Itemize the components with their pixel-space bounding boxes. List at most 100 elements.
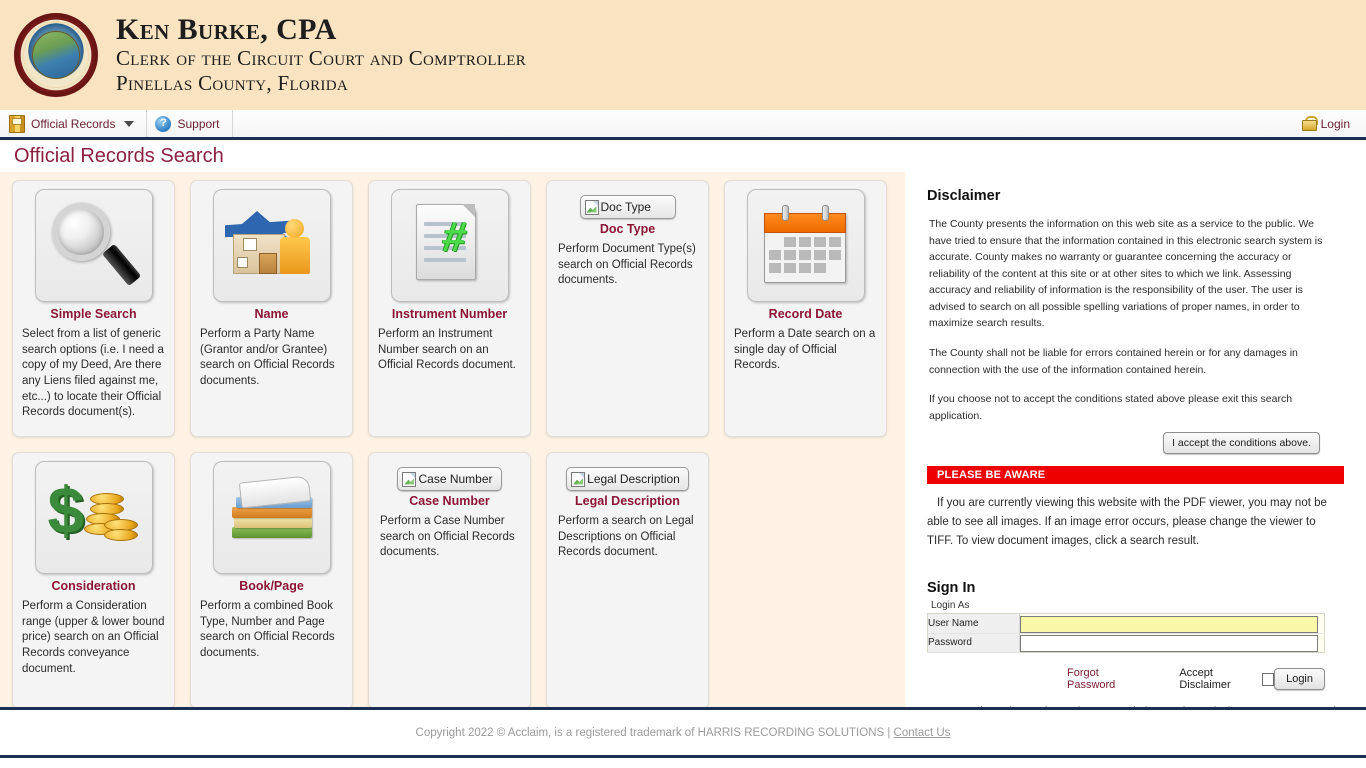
- card-description: Perform a Case Number search on Official…: [380, 515, 515, 559]
- username-row: User Name: [927, 613, 1325, 634]
- document-with-hash-icon: #: [408, 200, 492, 292]
- calendar-icon: [760, 203, 852, 289]
- clerk-role: Clerk of the Circuit Court and Comptroll…: [116, 46, 527, 70]
- card-title: Legal Description: [575, 494, 680, 508]
- password-label: Password: [927, 633, 1020, 654]
- card-description: Perform a Date search on a single day of…: [734, 328, 876, 372]
- disclaimer-heading: Disclaimer: [927, 188, 1001, 204]
- card-title: Case Number: [409, 494, 490, 508]
- broken-image-alt-text: Case Number: [418, 472, 493, 486]
- card-icon-frame: #: [390, 189, 509, 302]
- password-row: Password: [927, 633, 1325, 654]
- records-icon: [9, 114, 25, 133]
- card-description: Perform a Consideration range (upper & l…: [22, 600, 165, 675]
- login-nav-label: Login: [1320, 116, 1350, 131]
- forgot-password-link[interactable]: Forgot Password: [1067, 667, 1141, 691]
- search-card-consideration[interactable]: $ Consideration Perform a Consideration …: [12, 452, 175, 707]
- search-card-legal-description[interactable]: Legal Description Legal Description Perf…: [546, 452, 709, 707]
- clerk-county: Pinellas County, Florida: [116, 71, 348, 96]
- seal-inner-ring: [23, 22, 89, 88]
- dollar-coins-icon: $: [46, 475, 142, 561]
- broken-image-alt-text: Legal Description: [587, 472, 680, 486]
- card-title: Instrument Number: [391, 307, 508, 321]
- disclaimer-paragraph-1: The County presents the information on t…: [929, 218, 1323, 330]
- broken-image-placeholder[interactable]: Case Number: [397, 467, 502, 491]
- card-title: Record Date: [768, 307, 843, 321]
- login-actions-row: Forgot Password Accept Disclaimer Login: [927, 667, 1325, 691]
- search-card-record-date[interactable]: Record Date Perform a Date search on a s…: [724, 180, 887, 437]
- please-be-aware-banner: PLEASE BE AWARE: [927, 466, 1344, 485]
- card-description: Perform a search on Legal Descriptions o…: [558, 515, 694, 559]
- search-card-book-page[interactable]: Book/Page Perform a combined Book Type, …: [190, 452, 353, 707]
- card-description: Perform Document Type(s) search on Offic…: [558, 243, 696, 287]
- login-as-label: Login As: [931, 600, 970, 612]
- username-label: User Name: [927, 613, 1020, 634]
- search-card-simple-search[interactable]: Simple Search Select from a list of gene…: [12, 180, 175, 437]
- page-body: Simple Search Select from a list of gene…: [0, 172, 1366, 710]
- chevron-down-icon: [124, 120, 135, 127]
- footer-copyright: Copyright 2022 © Acclaim, is a registere…: [416, 727, 951, 739]
- broken-image-placeholder[interactable]: Doc Type: [579, 195, 676, 219]
- magnifying-glass-icon: [46, 199, 142, 293]
- nav-item-official-records[interactable]: Official Records: [0, 110, 148, 137]
- page-title-bar: Official Records Search: [0, 140, 1366, 172]
- login-form-table: User Name Password: [927, 613, 1325, 654]
- card-title: Doc Type: [599, 222, 656, 236]
- nav-label-official-records: Official Records: [31, 116, 116, 131]
- card-description: Perform a combined Book Type, Number and…: [200, 600, 335, 659]
- broken-image-icon: [584, 199, 599, 215]
- broken-image-alt-text: Doc Type: [600, 200, 651, 214]
- broken-image-icon: [402, 471, 417, 487]
- county-agents-note: County registered users (agents) must us…: [929, 705, 1344, 707]
- card-icon-frame: [212, 461, 331, 574]
- accept-disclaimer-checkbox[interactable]: [1262, 672, 1275, 686]
- search-card-row-1: Simple Search Select from a list of gene…: [12, 180, 905, 437]
- password-input[interactable]: [1020, 635, 1318, 653]
- login-nav-button[interactable]: Login: [1301, 110, 1366, 137]
- card-icon-frame: [34, 189, 153, 302]
- site-footer: Copyright 2022 © Acclaim, is a registere…: [0, 710, 1366, 758]
- nav-item-support[interactable]: ? Support: [147, 110, 233, 137]
- card-description: Perform a Party Name (Grantor and/or Gra…: [200, 328, 335, 387]
- header-title-block: Ken Burke, CPA Clerk of the Circuit Cour…: [116, 12, 527, 97]
- card-description: Select from a list of generic search opt…: [22, 328, 164, 419]
- card-title: Consideration: [51, 579, 136, 593]
- disclaimer-paragraph-3: If you choose not to accept the conditio…: [929, 393, 1293, 422]
- accept-disclaimer-label: Accept Disclaimer: [1179, 667, 1231, 692]
- house-with-person-icon: [223, 201, 321, 291]
- card-icon-frame: [746, 189, 865, 302]
- accept-button-row: I accept the conditions above.: [917, 432, 1344, 455]
- footer-copyright-text: Copyright 2022 © Acclaim, is a registere…: [415, 726, 894, 739]
- accept-conditions-button[interactable]: I accept the conditions above.: [1163, 432, 1320, 455]
- open-lock-icon: [1301, 116, 1318, 131]
- username-input[interactable]: [1020, 615, 1318, 633]
- card-description: Perform an Instrument Number search on a…: [378, 328, 516, 372]
- card-icon-frame: $: [34, 461, 153, 574]
- question-mark-icon: ?: [155, 115, 172, 132]
- search-card-doc-type[interactable]: Doc Type Doc Type Perform Document Type(…: [546, 180, 709, 437]
- card-icon-frame: [212, 189, 331, 302]
- books-icon: [224, 474, 320, 557]
- clerk-name: Ken Burke, CPA: [116, 12, 337, 46]
- card-title: Name: [254, 307, 289, 321]
- broken-image-placeholder[interactable]: Legal Description: [566, 467, 689, 491]
- search-card-instrument-number[interactable]: # Instrument Number Perform an Instrumen…: [368, 180, 531, 437]
- nav-label-support: Support: [177, 116, 220, 131]
- page-title: Official Records Search: [14, 144, 224, 167]
- disclaimer-signin-pane: Disclaimer The County presents the infor…: [905, 172, 1366, 710]
- contact-us-link[interactable]: Contact Us: [894, 727, 951, 739]
- county-seal-icon: [14, 13, 98, 97]
- disclaimer-paragraph-2: The County shall not be liable for error…: [929, 347, 1298, 376]
- broken-image-icon: [571, 471, 586, 487]
- search-card-case-number[interactable]: Case Number Case Number Perform a Case N…: [368, 452, 531, 707]
- search-options-pane: Simple Search Select from a list of gene…: [0, 172, 905, 710]
- card-title: Book/Page: [239, 579, 304, 593]
- search-card-row-2: $ Consideration Perform a Consideration …: [12, 452, 905, 707]
- site-header: Ken Burke, CPA Clerk of the Circuit Cour…: [0, 0, 1366, 110]
- please-be-aware-text: If you are currently viewing this websit…: [927, 497, 1327, 547]
- main-navigation-bar: Official Records ? Support Login: [0, 110, 1366, 140]
- accept-disclaimer-group: Accept Disclaimer: [1179, 667, 1275, 692]
- search-card-name[interactable]: Name Perform a Party Name (Grantor and/o…: [190, 180, 353, 437]
- card-title: Simple Search: [50, 307, 137, 321]
- login-submit-button[interactable]: Login: [1274, 668, 1325, 691]
